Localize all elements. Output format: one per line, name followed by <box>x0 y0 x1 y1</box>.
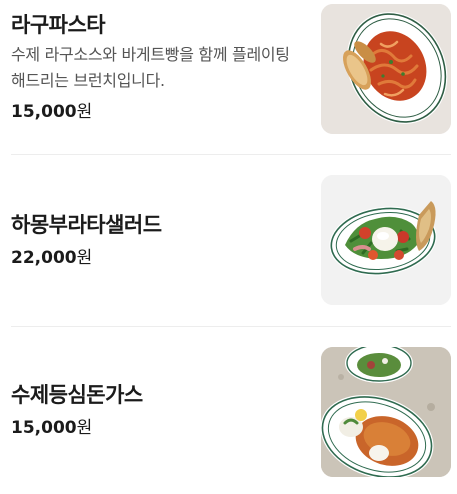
menu-item-text: 수제등심돈가스 15,000원 <box>11 380 306 440</box>
menu-item-pork-cutlet[interactable]: 수제등심돈가스 15,000원 <box>0 342 457 494</box>
pork-cutlet-photo-icon <box>321 347 451 477</box>
menu-list: 라구파스타 수제 라구소스와 바게트빵을 함께 플레이팅 해드리는 브런치입니다… <box>0 0 457 494</box>
price-value: 22,000 <box>11 248 77 268</box>
menu-item-text: 하몽부라타샐러드 22,000원 <box>11 210 306 270</box>
menu-item-price: 22,000원 <box>11 246 306 270</box>
menu-item-burrata-salad[interactable]: 하몽부라타샐러드 22,000원 <box>0 170 457 310</box>
menu-item-name: 라구파스타 <box>11 13 106 37</box>
price-currency: 원 <box>76 248 93 268</box>
menu-item-text: 라구파스타 수제 라구소스와 바게트빵을 함께 플레이팅 해드리는 브런치입니다… <box>11 10 306 124</box>
burrata-salad-photo-icon <box>321 175 451 305</box>
price-currency: 원 <box>76 418 93 438</box>
ragu-pasta-photo-icon <box>321 4 451 134</box>
menu-item-name: 수제등심돈가스 <box>11 383 143 407</box>
pork-cutlet-photo[interactable] <box>321 347 451 477</box>
price-value: 15,000 <box>11 102 77 122</box>
menu-item-name: 하몽부라타샐러드 <box>11 213 162 237</box>
price-currency: 원 <box>76 102 93 122</box>
menu-item-ragu-pasta[interactable]: 라구파스타 수제 라구소스와 바게트빵을 함께 플레이팅 해드리는 브런치입니다… <box>0 0 457 152</box>
divider <box>11 326 451 327</box>
menu-item-description: 수제 라구소스와 바게트빵을 함께 플레이팅 해드리는 브런치입니다. <box>11 45 290 90</box>
menu-item-price: 15,000원 <box>11 100 306 124</box>
burrata-salad-photo[interactable] <box>321 175 451 305</box>
price-value: 15,000 <box>11 418 77 438</box>
menu-item-price: 15,000원 <box>11 416 306 440</box>
ragu-pasta-photo[interactable] <box>321 4 451 134</box>
divider <box>11 154 451 155</box>
